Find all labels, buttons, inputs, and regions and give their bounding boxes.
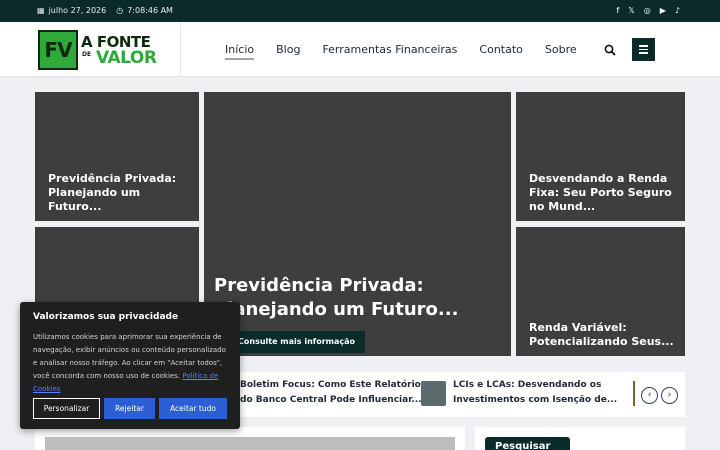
post-title[interactable]: Desvendando a Renda Fixa: Seu Porto Segu… [529, 172, 675, 214]
nav-item-inicio[interactable]: Início [225, 43, 255, 60]
post-title[interactable]: Previdência Privada: Planejando um Futur… [48, 172, 189, 214]
main-nav: Início Blog Ferramentas Financeiras Cont… [225, 43, 577, 60]
tiktok-icon[interactable]: ♪ [675, 5, 680, 17]
chevron-left-icon[interactable]: ‹ [641, 387, 658, 404]
featured-title[interactable]: Previdência Privada: Planejando um Futur… [214, 274, 501, 322]
post-image[interactable] [45, 437, 455, 450]
date-text: julho 27, 2026 [48, 6, 107, 15]
search-widget-title: Pesquisar [485, 437, 570, 450]
top-bar: ▦ julho 27, 2026 ◷ 7:08:46 AM f 𝕏 ◎ ▶ ♪ [0, 0, 720, 22]
post-card-left-top[interactable]: Previdência Privada: Planejando um Futur… [35, 92, 199, 221]
x-icon[interactable]: 𝕏 [628, 5, 634, 17]
nav-item-ferramentas[interactable]: Ferramentas Financeiras [322, 43, 457, 60]
header-divider [180, 22, 181, 77]
youtube-icon[interactable]: ▶ [660, 5, 666, 17]
post-card-right-top[interactable]: Desvendando a Renda Fixa: Seu Porto Segu… [516, 92, 685, 221]
cookie-consent-banner: Valorizamos sua privacidade Utilizamos c… [20, 302, 240, 429]
cookie-text: Utilizamos cookies para aprimorar sua ex… [33, 333, 226, 393]
post-thumbnail[interactable] [421, 381, 446, 406]
date: ▦ julho 27, 2026 [37, 6, 106, 15]
cookie-title: Valorizamos sua privacidade [33, 312, 179, 322]
accept-all-button[interactable]: Aceitar tudo [159, 398, 227, 419]
reject-button[interactable]: Rejeitar [104, 398, 155, 419]
post-title[interactable]: Renda Variável: Potencializando Seus... [529, 321, 675, 349]
nav-item-contato[interactable]: Contato [479, 43, 522, 60]
time-text: 7:08:46 AM [127, 6, 173, 15]
logo-line2: VALOR [96, 48, 157, 68]
carousel-item[interactable]: Boletim Focus: Como Este Relatório do Ba… [240, 378, 422, 408]
logo-mark: FV [38, 30, 78, 70]
chevron-right-icon[interactable]: › [661, 387, 678, 404]
cookie-actions: Personalizar Rejeitar Aceitar tudo [33, 398, 227, 419]
search-icon[interactable] [604, 44, 616, 56]
carousel-item[interactable]: LCIs e LCAs: Desvendando os Investimento… [453, 378, 617, 408]
next-item-edge [633, 381, 635, 406]
facebook-icon[interactable]: f [616, 5, 619, 17]
clock-icon: ◷ [116, 6, 124, 15]
instagram-icon[interactable]: ◎ [644, 5, 651, 17]
time: ◷ 7:08:46 AM [116, 6, 173, 15]
hamburger-icon [639, 45, 648, 47]
featured-post-card[interactable]: Previdência Privada: Planejando um Futur… [204, 92, 511, 356]
site-logo[interactable]: FV A FONTE DE VALOR [38, 30, 158, 70]
sidebar-widget: Pesquisar [475, 427, 685, 450]
menu-button[interactable] [632, 38, 655, 61]
logo-de: DE [82, 51, 92, 58]
social-links: f 𝕏 ◎ ▶ ♪ [616, 5, 680, 17]
nav-item-blog[interactable]: Blog [276, 43, 300, 60]
nav-item-sobre[interactable]: Sobre [545, 43, 577, 60]
calendar-icon: ▦ [37, 6, 45, 15]
site-header: FV A FONTE DE VALOR Início Blog Ferramen… [0, 22, 720, 77]
date-time: ▦ julho 27, 2026 ◷ 7:08:46 AM [37, 6, 173, 15]
post-list [35, 427, 465, 450]
post-card-right-bottom[interactable]: Renda Variável: Potencializando Seus... [516, 227, 685, 356]
customize-button[interactable]: Personalizar [33, 398, 100, 419]
